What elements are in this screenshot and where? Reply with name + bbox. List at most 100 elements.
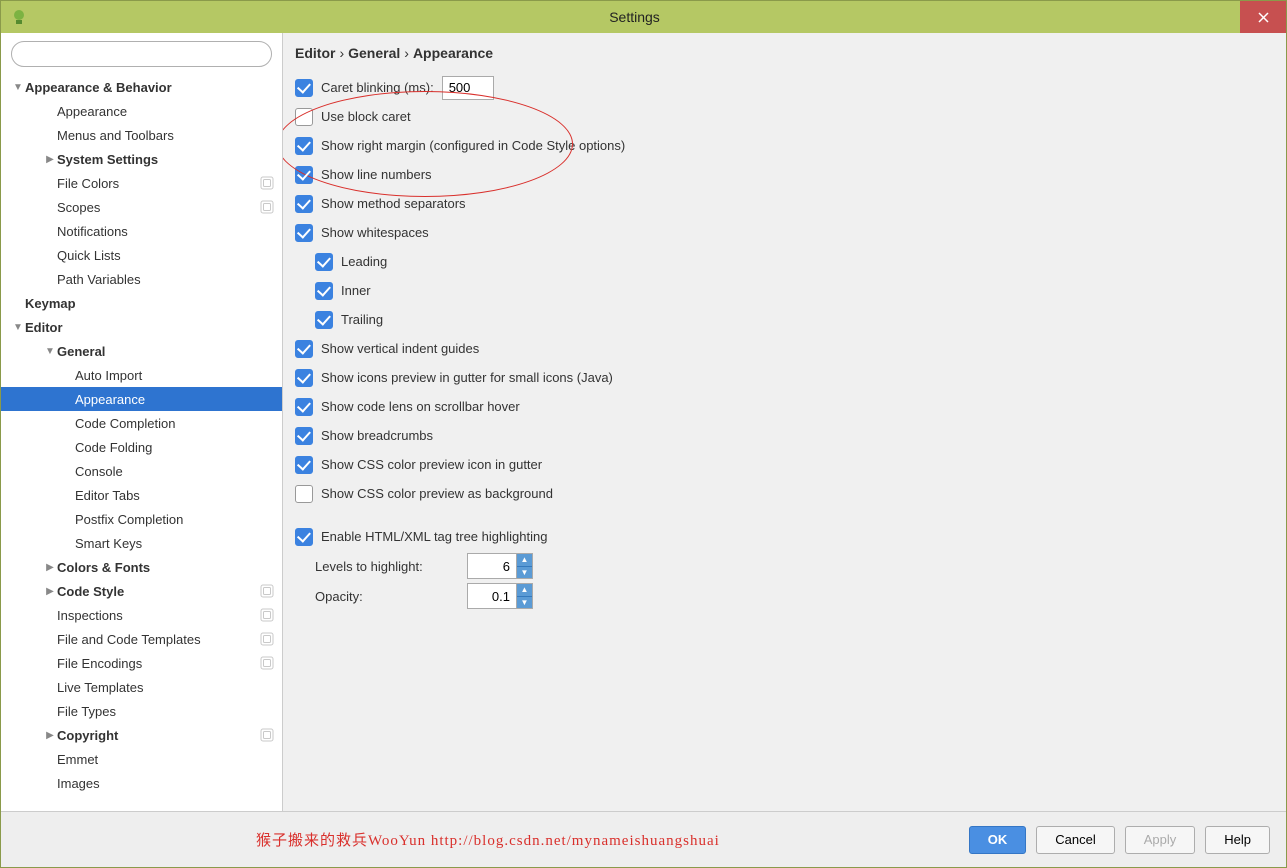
tree-item-label: Inspections (57, 608, 260, 623)
tree-item-label: Postfix Completion (75, 512, 274, 527)
caret-blinking-checkbox[interactable] (295, 79, 313, 97)
tree-item[interactable]: ▼Appearance & Behavior (1, 75, 282, 99)
html-tree-checkbox[interactable] (295, 528, 313, 546)
tree-item-label: Path Variables (57, 272, 274, 287)
ws-trailing-checkbox[interactable] (315, 311, 333, 329)
code-lens-checkbox[interactable] (295, 398, 313, 416)
use-block-caret-label[interactable]: Use block caret (321, 109, 411, 124)
tree-item[interactable]: File Encodings (1, 651, 282, 675)
settings-form: Caret blinking (ms): Use block caret Sho… (283, 69, 1286, 615)
spinner-up-icon[interactable]: ▲ (517, 584, 532, 597)
tree-item[interactable]: ▶System Settings (1, 147, 282, 171)
tree-item[interactable]: Keymap (1, 291, 282, 315)
show-method-separators-label[interactable]: Show method separators (321, 196, 466, 211)
breadcrumbs-label[interactable]: Show breadcrumbs (321, 428, 433, 443)
tree-item[interactable]: Postfix Completion (1, 507, 282, 531)
tree-item[interactable]: Menus and Toolbars (1, 123, 282, 147)
tree-item[interactable]: ▶Copyright (1, 723, 282, 747)
opacity-spinner[interactable]: ▲▼ (467, 583, 533, 609)
tree-item-label: Scopes (57, 200, 260, 215)
tree-item-label: Editor Tabs (75, 488, 274, 503)
tree-item[interactable]: Code Completion (1, 411, 282, 435)
tree-item-label: Images (57, 776, 274, 791)
ws-inner-checkbox[interactable] (315, 282, 333, 300)
tree-item-label: Copyright (57, 728, 260, 743)
tree-item-label: File Encodings (57, 656, 260, 671)
ws-inner-label[interactable]: Inner (341, 283, 371, 298)
caret-blinking-label[interactable]: Caret blinking (ms): (321, 80, 434, 95)
show-method-separators-checkbox[interactable] (295, 195, 313, 213)
tree-item[interactable]: ▼Editor (1, 315, 282, 339)
spinner-down-icon[interactable]: ▼ (517, 567, 532, 579)
cancel-button[interactable]: Cancel (1036, 826, 1114, 854)
tree-item[interactable]: ▶Colors & Fonts (1, 555, 282, 579)
tree-item[interactable]: Smart Keys (1, 531, 282, 555)
code-lens-label[interactable]: Show code lens on scrollbar hover (321, 399, 520, 414)
vertical-guides-checkbox[interactable] (295, 340, 313, 358)
tree-item-label: File Types (57, 704, 274, 719)
tree-item[interactable]: Quick Lists (1, 243, 282, 267)
levels-spinner[interactable]: ▲▼ (467, 553, 533, 579)
tree-item[interactable]: File Colors (1, 171, 282, 195)
tree-item[interactable]: ▼General (1, 339, 282, 363)
icons-preview-checkbox[interactable] (295, 369, 313, 387)
ws-leading-label[interactable]: Leading (341, 254, 387, 269)
app-icon (9, 7, 29, 27)
tree-item-label: Colors & Fonts (57, 560, 274, 575)
tree-item[interactable]: Notifications (1, 219, 282, 243)
icons-preview-label[interactable]: Show icons preview in gutter for small i… (321, 370, 613, 385)
tree-item[interactable]: Appearance (1, 99, 282, 123)
tree-item-label: Appearance (75, 392, 274, 407)
show-line-numbers-label[interactable]: Show line numbers (321, 167, 432, 182)
show-whitespaces-checkbox[interactable] (295, 224, 313, 242)
caret-blinking-input[interactable] (442, 76, 494, 100)
titlebar: Settings (1, 1, 1286, 33)
ws-trailing-label[interactable]: Trailing (341, 312, 383, 327)
levels-input[interactable] (468, 554, 516, 578)
spinner-up-icon[interactable]: ▲ (517, 554, 532, 567)
tree-item[interactable]: Images (1, 771, 282, 795)
tree-item[interactable]: Inspections (1, 603, 282, 627)
spinner-down-icon[interactable]: ▼ (517, 597, 532, 609)
tree-item[interactable]: Scopes (1, 195, 282, 219)
css-gutter-label[interactable]: Show CSS color preview icon in gutter (321, 457, 542, 472)
tree-item[interactable]: File Types (1, 699, 282, 723)
tree-item-label: Auto Import (75, 368, 274, 383)
close-button[interactable] (1240, 1, 1286, 33)
tree-item-label: Code Folding (75, 440, 274, 455)
use-block-caret-checkbox[interactable] (295, 108, 313, 126)
tree-item[interactable]: Emmet (1, 747, 282, 771)
opacity-input[interactable] (468, 584, 516, 608)
chevron-right-icon: ▶ (43, 562, 57, 573)
css-background-checkbox[interactable] (295, 485, 313, 503)
css-gutter-checkbox[interactable] (295, 456, 313, 474)
search-input[interactable] (11, 41, 272, 67)
settings-tree[interactable]: ▼Appearance & BehaviorAppearanceMenus an… (1, 75, 282, 811)
apply-button[interactable]: Apply (1125, 826, 1196, 854)
help-button[interactable]: Help (1205, 826, 1270, 854)
vertical-guides-label[interactable]: Show vertical indent guides (321, 341, 479, 356)
tree-item[interactable]: Path Variables (1, 267, 282, 291)
tree-item[interactable]: Appearance (1, 387, 282, 411)
ws-leading-checkbox[interactable] (315, 253, 333, 271)
tree-item[interactable]: Auto Import (1, 363, 282, 387)
tree-item[interactable]: File and Code Templates (1, 627, 282, 651)
tree-item-label: File and Code Templates (57, 632, 260, 647)
tree-item[interactable]: Code Folding (1, 435, 282, 459)
tree-item-label: General (57, 344, 274, 359)
breadcrumbs-checkbox[interactable] (295, 427, 313, 445)
tree-item[interactable]: Live Templates (1, 675, 282, 699)
show-whitespaces-label[interactable]: Show whitespaces (321, 225, 429, 240)
show-right-margin-label[interactable]: Show right margin (configured in Code St… (321, 138, 625, 153)
window-title: Settings (29, 9, 1240, 25)
tree-item[interactable]: Editor Tabs (1, 483, 282, 507)
tree-item[interactable]: Console (1, 459, 282, 483)
tree-item[interactable]: ▶Code Style (1, 579, 282, 603)
css-background-label[interactable]: Show CSS color preview as background (321, 486, 553, 501)
chevron-right-icon: ▶ (43, 730, 57, 741)
show-line-numbers-checkbox[interactable] (295, 166, 313, 184)
ok-button[interactable]: OK (969, 826, 1027, 854)
html-tree-label[interactable]: Enable HTML/XML tag tree highlighting (321, 529, 547, 544)
breadcrumb: Editor›General›Appearance (283, 33, 1286, 69)
show-right-margin-checkbox[interactable] (295, 137, 313, 155)
